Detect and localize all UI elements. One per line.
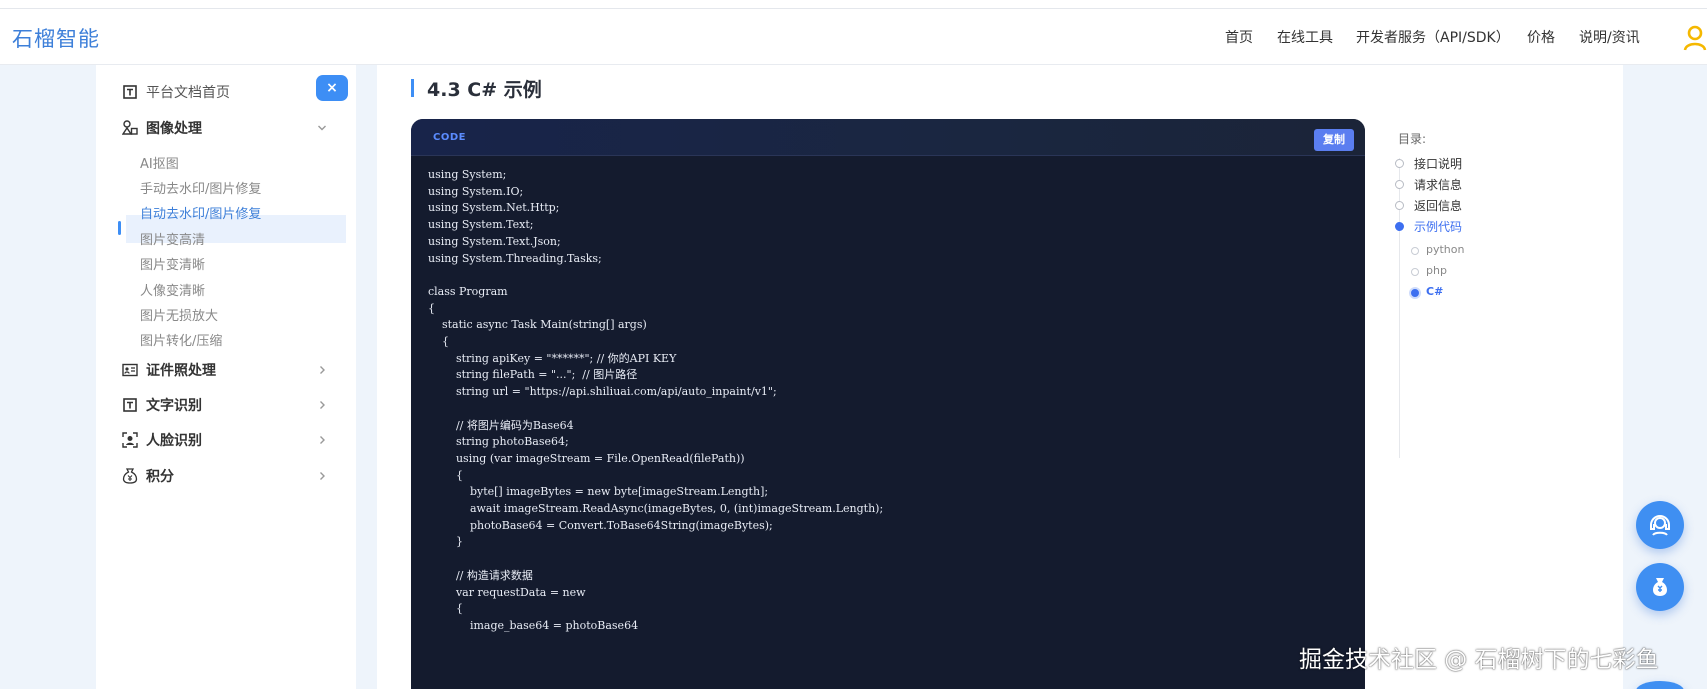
id-card-icon	[122, 362, 138, 378]
code-block: CODE 复制 using System; using System.IO; usi…	[411, 119, 1365, 689]
code-line: using System;	[428, 168, 507, 181]
code-line: using System.Threading.Tasks;	[428, 251, 602, 265]
code-line: using (var imageStream = File.OpenRead(f…	[428, 451, 745, 465]
code-line: photoBase64 = Convert.ToBase64String(ima…	[428, 518, 773, 532]
watermark-text: 掘金技术社区 @ 石榴树下的七彩鱼	[1299, 647, 1659, 673]
code-line: // 将图片编码为Base64	[428, 418, 574, 432]
active-item-marker	[118, 221, 121, 235]
shapes-icon	[122, 120, 138, 136]
money-bag-icon	[1653, 578, 1667, 596]
sidebar-group-points[interactable]: 积分	[122, 465, 174, 487]
toc-title: 目录:	[1398, 132, 1427, 146]
toc-item-response[interactable]: 返回信息	[1414, 197, 1462, 214]
docs-sidebar: × 平台文档首页 图像处理 AI抠图 手动去水印/图片修复 自动去水印/图片修复…	[96, 65, 356, 689]
sidebar-item-manual-watermark[interactable]: 手动去水印/图片修复	[140, 178, 261, 197]
nav-online-tools[interactable]: 在线工具	[1277, 27, 1333, 47]
nav-pricing[interactable]: 价格	[1527, 27, 1555, 47]
sidebar-item-lossless-upscale[interactable]: 图片无损放大	[140, 305, 218, 324]
code-line: await imageStream.ReadAsync(imageBytes, …	[428, 502, 884, 516]
sidebar-item-image-sharpen[interactable]: 图片变清晰	[140, 254, 205, 273]
doc-icon	[122, 84, 138, 100]
nav-home[interactable]: 首页	[1225, 27, 1253, 47]
sidebar-group-label: 人脸识别	[146, 433, 202, 449]
sidebar-group-label: 图像处理	[146, 121, 202, 137]
sidebar-item-image-hd[interactable]: 图片变高清	[140, 229, 205, 248]
code-line: using System.Text.Json;	[428, 234, 561, 248]
toc-dot	[1395, 180, 1404, 189]
chevron-down-icon[interactable]	[317, 123, 327, 133]
toc-item-example[interactable]: 示例代码	[1414, 218, 1462, 235]
sidebar-group-ocr[interactable]: 文字识别	[122, 394, 202, 416]
code-line: {	[428, 468, 463, 482]
toc-subdot	[1411, 247, 1419, 255]
code-line: var requestData = new	[428, 585, 586, 599]
sidebar-item-docs-home[interactable]: 平台文档首页	[122, 81, 230, 103]
more-float-button[interactable]	[1636, 681, 1684, 689]
code-line: using System.IO;	[428, 184, 524, 198]
toc-dot	[1395, 159, 1404, 168]
sidebar-group-id-photo[interactable]: 证件照处理	[122, 359, 216, 381]
toc-item-interface[interactable]: 接口说明	[1414, 155, 1462, 172]
code-block-header: CODE 复制	[411, 119, 1365, 156]
user-icon[interactable]	[1683, 25, 1707, 51]
code-line: using System.Text;	[428, 218, 534, 232]
toc-dot-active	[1395, 222, 1404, 231]
brand-logo[interactable]: 石榴智能	[12, 23, 100, 53]
chevron-right-icon[interactable]	[317, 435, 327, 445]
code-line: string url = "https://api.shiliuai.com/a…	[428, 385, 777, 399]
sidebar-item-convert-compress[interactable]: 图片转化/压缩	[140, 330, 222, 349]
toc-item-request[interactable]: 请求信息	[1414, 176, 1462, 193]
code-line: string photoBase64;	[428, 435, 569, 449]
headset-icon	[1650, 515, 1670, 536]
close-sidebar-button[interactable]: ×	[316, 75, 348, 101]
code-line: class Program	[428, 284, 508, 298]
customer-service-button[interactable]	[1636, 501, 1684, 549]
code-line: static async Task Main(string[] args)	[428, 318, 647, 332]
code-line: {	[428, 335, 449, 349]
sidebar-group-label: 积分	[146, 469, 174, 485]
code-line: byte[] imageBytes = new byte[imageStream…	[428, 485, 769, 499]
top-navbar: 石榴智能 首页 在线工具 开发者服务（API/SDK） 价格 说明/资讯	[0, 9, 1707, 65]
sidebar-item-auto-watermark[interactable]: 自动去水印/图片修复	[140, 203, 261, 222]
code-line: }	[428, 535, 463, 549]
code-language-label: CODE	[433, 132, 466, 143]
toc-subdot	[1411, 268, 1419, 276]
sidebar-group-face[interactable]: 人脸识别	[122, 429, 202, 451]
code-line: {	[428, 602, 463, 616]
code-line: image_base64 = photoBase64	[428, 618, 639, 632]
points-button[interactable]	[1636, 563, 1684, 611]
text-icon	[122, 397, 138, 413]
chevron-right-icon[interactable]	[317, 365, 327, 375]
sidebar-group-image-processing[interactable]: 图像处理	[122, 117, 202, 139]
toc-dot	[1395, 201, 1404, 210]
code-line: // 构造请求数据	[428, 568, 533, 582]
sidebar-item-label: 平台文档首页	[146, 85, 230, 101]
code-content[interactable]: using System; using System.IO; using Syste…	[428, 167, 883, 635]
toc-subdot-active	[1411, 289, 1419, 297]
section-title-marker	[411, 79, 414, 97]
top-strip	[0, 0, 1707, 9]
copy-code-button[interactable]: 复制	[1314, 129, 1354, 151]
nav-developer-services[interactable]: 开发者服务（API/SDK）	[1356, 27, 1510, 47]
code-line: string apiKey = "******"; // 你的API KEY	[428, 351, 677, 365]
chevron-right-icon[interactable]	[317, 400, 327, 410]
code-line: {	[428, 301, 435, 315]
toc-subitem-python[interactable]: python	[1426, 243, 1464, 256]
sidebar-item-ai-cutout[interactable]: AI抠图	[140, 153, 179, 172]
toc-subitem-csharp[interactable]: C#	[1426, 285, 1443, 298]
coin-bag-icon	[122, 468, 138, 484]
nav-info[interactable]: 说明/资讯	[1579, 27, 1640, 47]
toc-subitem-php[interactable]: php	[1426, 264, 1447, 277]
face-scan-icon	[122, 432, 138, 448]
chevron-right-icon[interactable]	[317, 471, 327, 481]
code-line: using System.Net.Http;	[428, 201, 560, 215]
sidebar-group-label: 证件照处理	[146, 363, 216, 379]
section-title: 4.3 C# 示例	[427, 79, 542, 101]
sidebar-group-label: 文字识别	[146, 398, 202, 414]
sidebar-item-portrait-sharpen[interactable]: 人像变清晰	[140, 280, 205, 299]
code-line: string filePath = "..."; // 图片路径	[428, 368, 638, 382]
